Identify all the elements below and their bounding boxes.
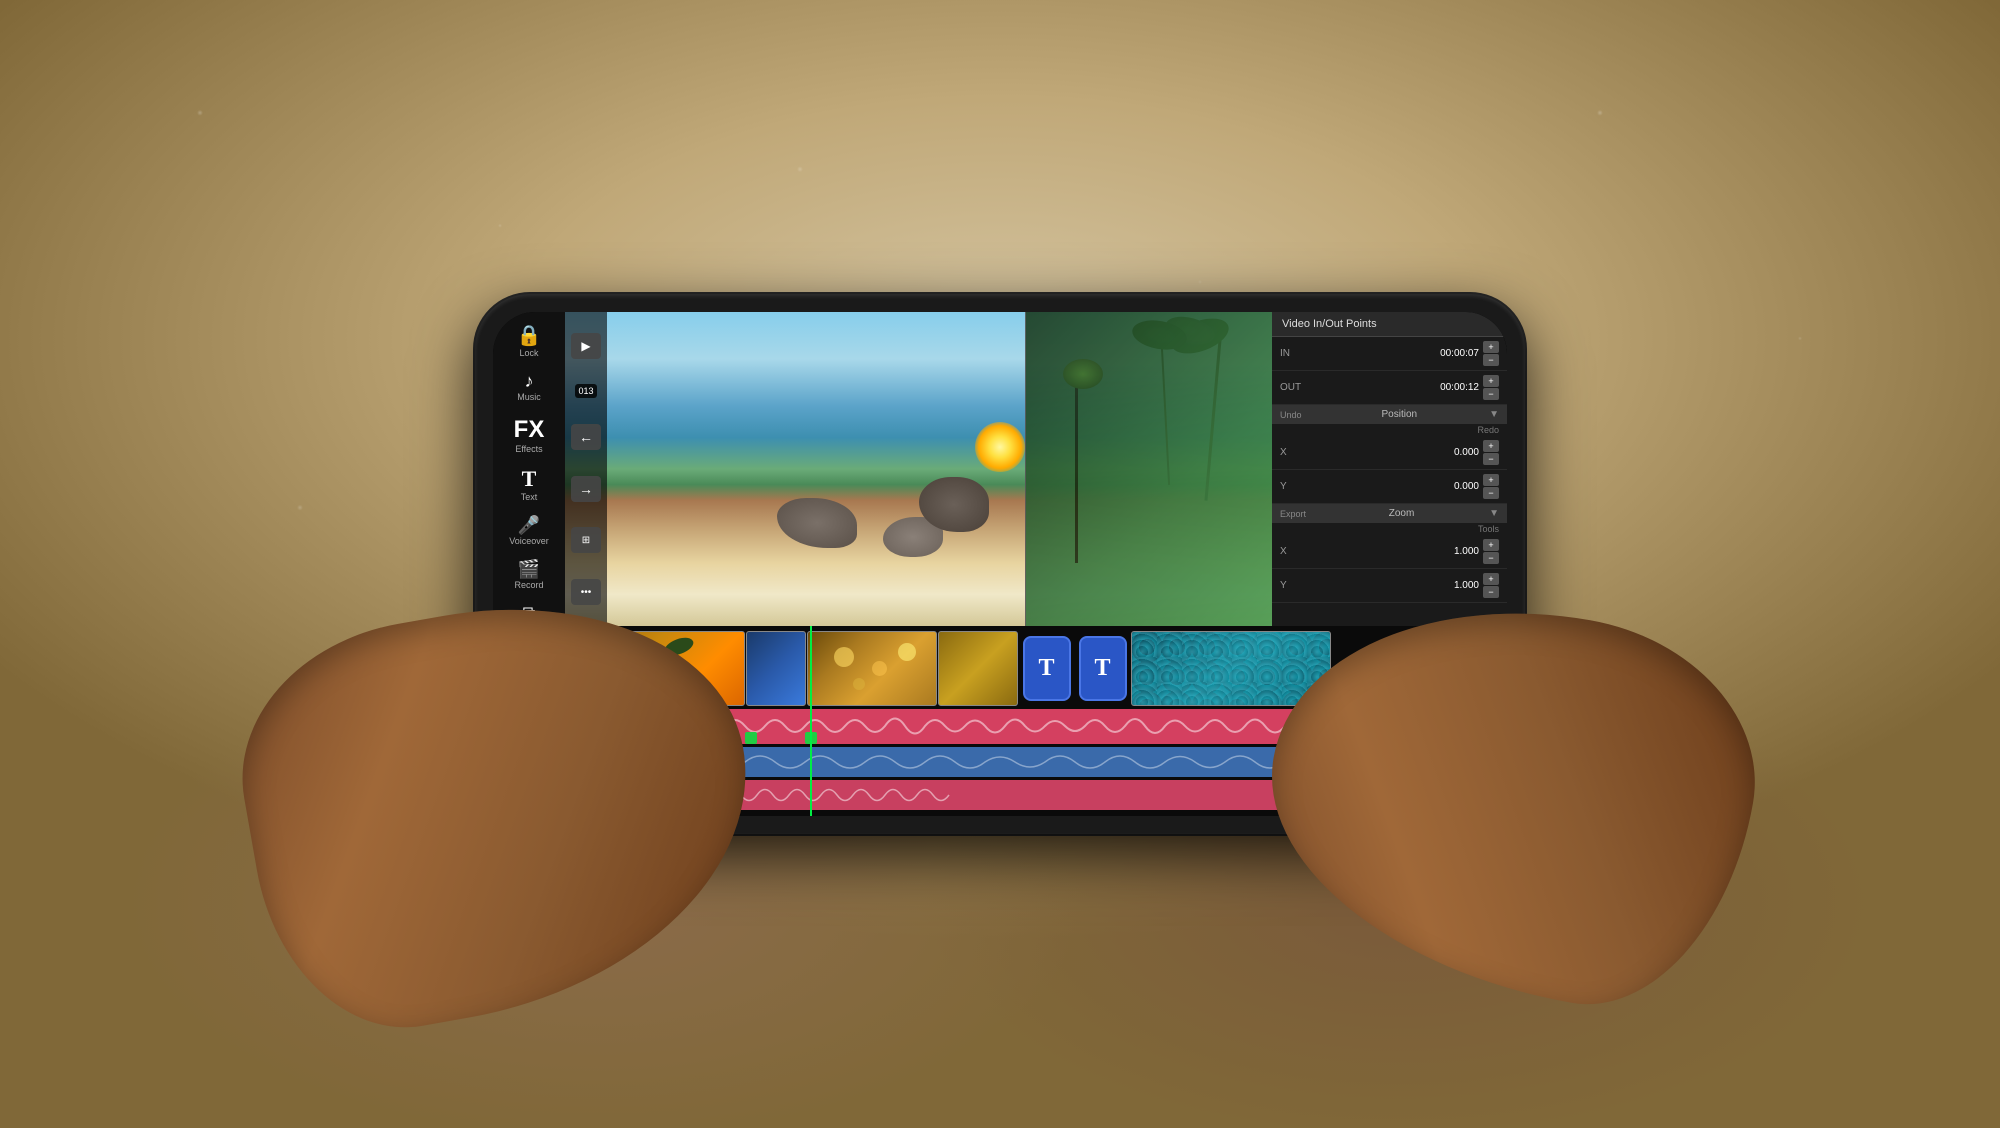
right-panel: Video In/Out Points IN 00:00:07 + − bbox=[1272, 312, 1507, 626]
frame-counter: 013 bbox=[575, 384, 596, 398]
forward-icon: → bbox=[579, 481, 593, 497]
out-plus-button[interactable]: + bbox=[1483, 375, 1499, 387]
zoom-section-header: Export Zoom ▼ bbox=[1272, 504, 1507, 523]
voiceover-icon: 🎤 bbox=[518, 516, 540, 534]
sidebar-item-effects[interactable]: FX Effects bbox=[497, 410, 561, 460]
position-title: Position bbox=[1382, 409, 1418, 420]
back-button[interactable]: ← bbox=[571, 424, 601, 450]
phone-wrapper: 🔒 Lock ♪ Music FX Effects T Text bbox=[450, 239, 1550, 889]
tools-row: Tools bbox=[1272, 523, 1507, 535]
more-button[interactable]: ••• bbox=[571, 579, 601, 605]
sidebar-label-text: Text bbox=[521, 492, 538, 502]
zoom-x-minus-button[interactable]: − bbox=[1483, 552, 1499, 564]
sun bbox=[975, 422, 1025, 472]
text-icon: T bbox=[522, 468, 537, 490]
position-x-row: X 0.000 + − bbox=[1272, 436, 1507, 470]
play-button[interactable]: ▶ bbox=[571, 333, 601, 359]
second-video-overlay bbox=[1025, 312, 1272, 626]
position-x-label: X bbox=[1280, 447, 1315, 458]
back-icon: ← bbox=[579, 429, 593, 445]
clip-4[interactable] bbox=[938, 631, 1018, 706]
video-preview: ▶ 013 ← → bbox=[565, 312, 1272, 626]
text-tile-1[interactable]: T bbox=[1023, 636, 1071, 701]
position-y-value: 0.000 bbox=[1315, 481, 1479, 492]
zoom-y-plus-button[interactable]: + bbox=[1483, 573, 1499, 585]
plant-leaves-1 bbox=[1063, 359, 1103, 389]
play-icon: ▶ bbox=[581, 339, 590, 353]
undo-label: Undo bbox=[1280, 410, 1302, 420]
in-minus-button[interactable]: − bbox=[1483, 354, 1499, 366]
position-y-minus-button[interactable]: − bbox=[1483, 487, 1499, 499]
position-x-plus-button[interactable]: + bbox=[1483, 440, 1499, 452]
position-y-plus-button[interactable]: + bbox=[1483, 474, 1499, 486]
sidebar-item-record[interactable]: 🎬 Record bbox=[497, 554, 561, 596]
text-tile-2[interactable]: T bbox=[1079, 636, 1127, 701]
zoom-y-minus-button[interactable]: − bbox=[1483, 586, 1499, 598]
sidebar-label-music: Music bbox=[517, 392, 541, 402]
zoom-y-plusminus: + − bbox=[1483, 573, 1499, 598]
in-row: IN 00:00:07 + − bbox=[1272, 337, 1507, 371]
in-value: 00:00:07 bbox=[1315, 348, 1479, 359]
crop-button[interactable]: ⊞ bbox=[571, 527, 601, 553]
zoom-y-label: Y bbox=[1280, 580, 1315, 591]
music-icon: ♪ bbox=[525, 372, 534, 390]
playhead bbox=[810, 626, 812, 816]
sidebar-item-voiceover[interactable]: 🎤 Voiceover bbox=[497, 510, 561, 552]
zoom-x-value: 1.000 bbox=[1315, 546, 1479, 557]
out-row: OUT 00:00:12 + − bbox=[1272, 371, 1507, 405]
sidebar-item-lock[interactable]: 🔒 Lock bbox=[497, 320, 561, 364]
out-plusminus: + − bbox=[1483, 375, 1499, 400]
sidebar-item-music[interactable]: ♪ Music bbox=[497, 366, 561, 408]
position-expand-icon[interactable]: ▼ bbox=[1489, 409, 1499, 420]
green-marker-1 bbox=[745, 732, 757, 744]
panel-title: Video In/Out Points bbox=[1282, 318, 1377, 330]
in-label: IN bbox=[1280, 348, 1315, 359]
position-y-row: Y 0.000 + − bbox=[1272, 470, 1507, 504]
position-x-plusminus: + − bbox=[1483, 440, 1499, 465]
zoom-x-plus-button[interactable]: + bbox=[1483, 539, 1499, 551]
zoom-y-value: 1.000 bbox=[1315, 580, 1479, 591]
more-icon: ••• bbox=[581, 587, 592, 598]
export-label: Export bbox=[1280, 509, 1306, 519]
lock-icon: 🔒 bbox=[517, 326, 542, 346]
sidebar-label-effects: Effects bbox=[515, 444, 542, 454]
in-plus-button[interactable]: + bbox=[1483, 341, 1499, 353]
position-y-plusminus: + − bbox=[1483, 474, 1499, 499]
position-y-label: Y bbox=[1280, 481, 1315, 492]
panel-header: Video In/Out Points bbox=[1272, 312, 1507, 337]
clip-2[interactable] bbox=[746, 631, 806, 706]
crop-icon: ⊞ bbox=[582, 535, 590, 546]
zoom-x-row: X 1.000 + − bbox=[1272, 535, 1507, 569]
sidebar-item-text[interactable]: T Text bbox=[497, 462, 561, 508]
text-tiles-area: T bbox=[1019, 631, 1074, 706]
position-x-value: 0.000 bbox=[1315, 447, 1479, 458]
zoom-title: Zoom bbox=[1389, 508, 1415, 519]
top-section: ▶ 013 ← → bbox=[565, 312, 1507, 626]
position-section-header: Undo Position ▼ bbox=[1272, 405, 1507, 424]
text-tile-2-area: T bbox=[1075, 631, 1130, 706]
clip-3[interactable] bbox=[807, 631, 937, 706]
record-icon: 🎬 bbox=[518, 560, 540, 578]
zoom-expand-icon[interactable]: ▼ bbox=[1489, 508, 1499, 519]
plant-1 bbox=[1075, 375, 1078, 563]
zoom-x-label: X bbox=[1280, 546, 1315, 557]
zoom-y-row: Y 1.000 + − bbox=[1272, 569, 1507, 603]
playback-controls: ▶ 013 ← → bbox=[565, 312, 607, 626]
redo-row: Redo bbox=[1272, 424, 1507, 436]
out-value: 00:00:12 bbox=[1315, 382, 1479, 393]
out-label: OUT bbox=[1280, 382, 1315, 393]
fx-icon: FX bbox=[514, 416, 545, 444]
sidebar-label-lock: Lock bbox=[519, 348, 538, 358]
sidebar-label-voiceover: Voiceover bbox=[509, 536, 549, 546]
in-plusminus: + − bbox=[1483, 341, 1499, 366]
zoom-x-plusminus: + − bbox=[1483, 539, 1499, 564]
sidebar-label-record: Record bbox=[514, 580, 543, 590]
forward-button[interactable]: → bbox=[571, 476, 601, 502]
position-x-minus-button[interactable]: − bbox=[1483, 453, 1499, 465]
clip-5[interactable] bbox=[1131, 631, 1331, 706]
out-minus-button[interactable]: − bbox=[1483, 388, 1499, 400]
